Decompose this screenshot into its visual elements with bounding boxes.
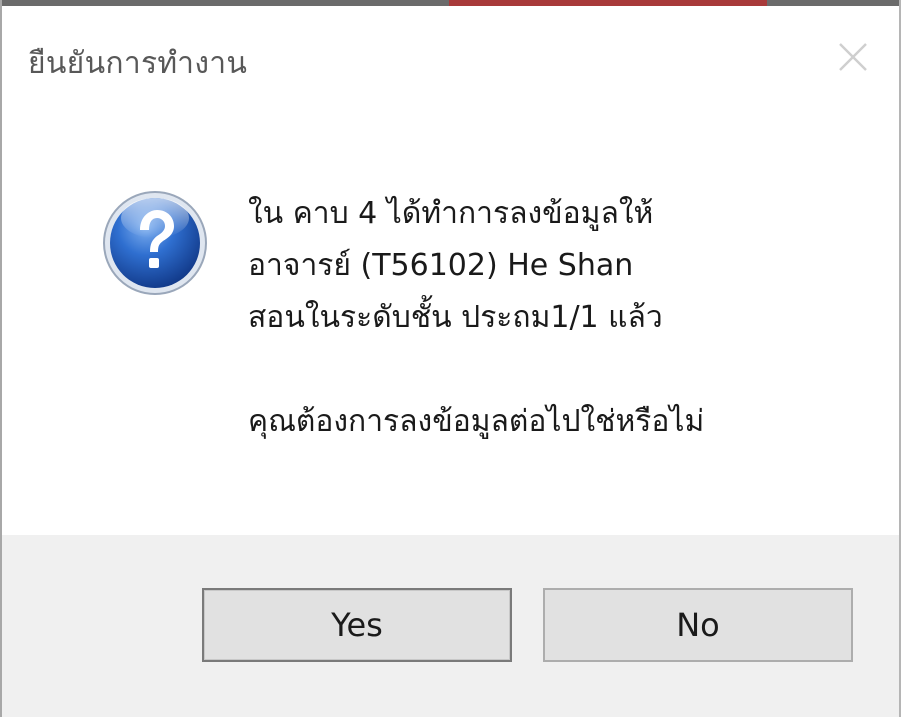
dialog-titlebar[interactable]: ยืนยันการทำงาน xyxy=(2,6,899,102)
message-spacer xyxy=(248,344,868,396)
message-line-1: ใน คาบ 4 ได้ทำการลงข้อมูลให้ xyxy=(248,196,654,231)
dialog-content: ใน คาบ 4 ได้ทำการลงข้อมูลให้ อาจารย์ (T5… xyxy=(2,102,899,535)
message-line-2: อาจารย์ (T56102) He Shan xyxy=(248,248,634,283)
close-icon xyxy=(839,43,867,71)
message-question: คุณต้องการลงข้อมูลต่อไปใช่หรือไม่ xyxy=(248,404,705,439)
dialog-message: ใน คาบ 4 ได้ทำการลงข้อมูลให้ อาจารย์ (T5… xyxy=(248,188,868,448)
no-button[interactable]: No xyxy=(543,588,853,662)
message-line-3: สอนในระดับชั้น ประถม1/1 แล้ว xyxy=(248,300,663,335)
confirm-dialog: ยืนยันการทำงาน ใน คาบ 4 ได้ทำการลงข้อมูล… xyxy=(0,0,901,717)
dialog-title: ยืนยันการทำงาน xyxy=(28,46,248,81)
question-icon xyxy=(100,188,210,298)
yes-button[interactable]: Yes xyxy=(202,588,512,662)
close-button[interactable] xyxy=(822,26,884,88)
dialog-button-bar: Yes No xyxy=(2,535,899,717)
